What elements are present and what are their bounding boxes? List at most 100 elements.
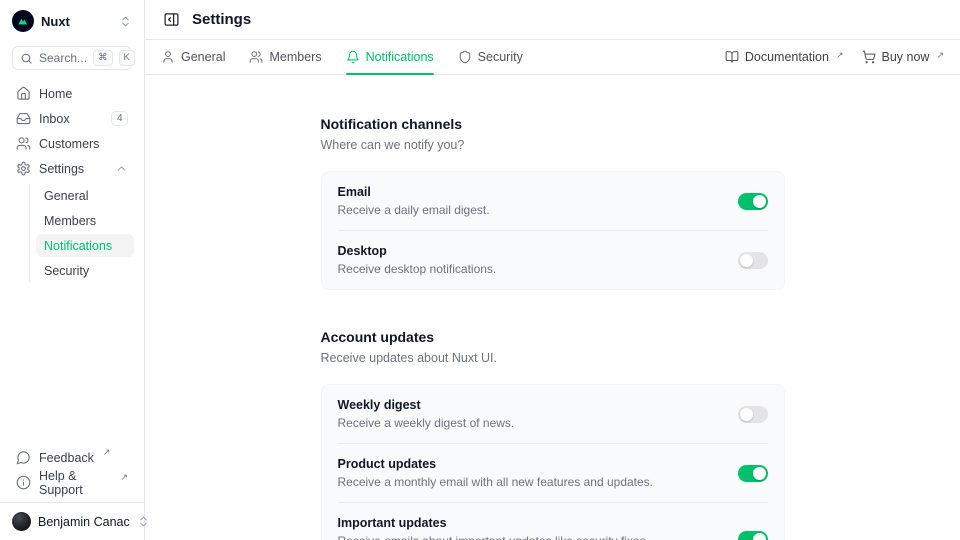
sidebar-item-label: Settings bbox=[39, 162, 84, 176]
user-icon bbox=[161, 50, 175, 64]
footer-link-label: Feedback bbox=[39, 451, 94, 465]
setting-row-email: Email Receive a daily email digest. bbox=[322, 172, 784, 230]
product-updates-toggle[interactable] bbox=[738, 465, 768, 482]
setting-title: Product updates bbox=[338, 457, 722, 471]
kbd-k: K bbox=[119, 50, 135, 66]
tabbar-links: Documentation ↗ Buy now ↗ bbox=[725, 49, 944, 65]
kbd-cmd: ⌘ bbox=[93, 50, 113, 66]
setting-title: Weekly digest bbox=[338, 398, 722, 412]
section-description: Where can we notify you? bbox=[321, 138, 785, 152]
sidebar: Nuxt Search... ⌘ K Home Inbox 4 bbox=[0, 0, 145, 540]
desktop-toggle[interactable] bbox=[738, 252, 768, 269]
sidebar-item-members[interactable]: Members bbox=[36, 209, 134, 232]
tab-label: General bbox=[181, 50, 225, 64]
settings-tabbar: General Members Notifications Security bbox=[145, 40, 960, 75]
sub-item-label: Notifications bbox=[44, 239, 112, 253]
sidebar-footer: Feedback ↗ Help & Support ↗ bbox=[0, 440, 144, 502]
documentation-link[interactable]: Documentation ↗ bbox=[725, 49, 844, 65]
chevrons-up-down-icon bbox=[119, 15, 132, 28]
external-link-icon: ↗ bbox=[936, 50, 944, 60]
section-title: Notification channels bbox=[321, 116, 785, 132]
setting-title: Desktop bbox=[338, 244, 722, 258]
avatar bbox=[12, 512, 31, 531]
settings-card: Email Receive a daily email digest. Desk… bbox=[321, 171, 785, 290]
user-name: Benjamin Canac bbox=[38, 515, 130, 529]
link-label: Documentation bbox=[745, 49, 829, 65]
workspace-selector[interactable]: Nuxt bbox=[0, 0, 144, 38]
sidebar-item-customers[interactable]: Customers bbox=[10, 132, 134, 155]
sidebar-item-home[interactable]: Home bbox=[10, 82, 134, 105]
setting-description: Receive a daily email digest. bbox=[338, 203, 722, 217]
users-icon bbox=[16, 136, 31, 151]
sub-item-label: Members bbox=[44, 214, 96, 228]
inbox-icon bbox=[16, 111, 31, 126]
email-toggle[interactable] bbox=[738, 193, 768, 210]
external-link-icon: ↗ bbox=[120, 472, 128, 482]
inbox-count-badge: 4 bbox=[111, 111, 128, 126]
sidebar-item-security[interactable]: Security bbox=[36, 259, 134, 282]
main-panel: Settings General Members Notifications S… bbox=[145, 0, 960, 540]
settings-card: Weekly digest Receive a weekly digest of… bbox=[321, 384, 785, 540]
tab-security[interactable]: Security bbox=[458, 40, 523, 74]
feedback-link[interactable]: Feedback ↗ bbox=[10, 446, 134, 469]
footer-link-label: Help & Support bbox=[39, 469, 111, 497]
external-link-icon: ↗ bbox=[103, 447, 111, 457]
user-menu[interactable]: Benjamin Canac bbox=[0, 502, 144, 540]
page-title: Settings bbox=[192, 11, 251, 28]
tab-label: Notifications bbox=[366, 50, 434, 64]
tab-label: Security bbox=[478, 50, 523, 64]
tab-members[interactable]: Members bbox=[249, 40, 321, 74]
section-notification-channels: Notification channels Where can we notif… bbox=[321, 116, 785, 290]
bell-icon bbox=[346, 50, 360, 64]
shield-icon bbox=[458, 50, 472, 64]
sub-item-label: Security bbox=[44, 264, 89, 278]
link-label: Buy now bbox=[882, 49, 930, 65]
setting-description: Receive a monthly email with all new fea… bbox=[338, 475, 722, 489]
setting-row-important-updates: Important updates Receive emails about i… bbox=[322, 503, 784, 540]
buy-now-link[interactable]: Buy now ↗ bbox=[862, 49, 945, 65]
shopping-cart-icon bbox=[862, 50, 876, 64]
setting-row-weekly-digest: Weekly digest Receive a weekly digest of… bbox=[322, 385, 784, 443]
search-icon bbox=[20, 52, 33, 65]
section-description: Receive updates about Nuxt UI. bbox=[321, 351, 785, 365]
sidebar-item-label: Home bbox=[39, 87, 72, 101]
nuxt-logo bbox=[12, 10, 34, 32]
book-open-icon bbox=[725, 50, 739, 64]
sidebar-item-settings[interactable]: Settings bbox=[10, 157, 134, 180]
sidebar-item-label: Inbox bbox=[39, 112, 70, 126]
search-placeholder: Search... bbox=[39, 51, 87, 65]
info-circle-icon bbox=[16, 475, 31, 490]
users-icon bbox=[249, 50, 263, 64]
sidebar-item-general[interactable]: General bbox=[36, 184, 134, 207]
sidebar-nav: Home Inbox 4 Customers Settings Genera bbox=[0, 74, 144, 282]
sidebar-item-label: Customers bbox=[39, 137, 99, 151]
important-updates-toggle[interactable] bbox=[738, 531, 768, 540]
setting-title: Email bbox=[338, 185, 722, 199]
gear-icon bbox=[16, 161, 31, 176]
chevron-up-icon bbox=[115, 162, 128, 175]
page-header: Settings bbox=[145, 0, 960, 40]
tab-label: Members bbox=[269, 50, 321, 64]
collapse-sidebar-button[interactable] bbox=[161, 9, 182, 30]
help-support-link[interactable]: Help & Support ↗ bbox=[10, 471, 134, 494]
settings-subnav: General Members Notifications Security bbox=[29, 184, 134, 282]
tab-notifications[interactable]: Notifications bbox=[346, 40, 434, 74]
settings-content: Notification channels Where can we notif… bbox=[145, 75, 960, 540]
weekly-digest-toggle[interactable] bbox=[738, 406, 768, 423]
sidebar-item-notifications[interactable]: Notifications bbox=[36, 234, 134, 257]
search-input[interactable]: Search... ⌘ K bbox=[12, 46, 132, 70]
home-icon bbox=[16, 86, 31, 101]
external-link-icon: ↗ bbox=[836, 50, 844, 60]
sidebar-item-inbox[interactable]: Inbox 4 bbox=[10, 107, 134, 130]
section-title: Account updates bbox=[321, 329, 785, 345]
setting-title: Important updates bbox=[338, 516, 722, 530]
section-account-updates: Account updates Receive updates about Nu… bbox=[321, 329, 785, 540]
workspace-name: Nuxt bbox=[41, 14, 70, 29]
message-circle-icon bbox=[16, 450, 31, 465]
setting-row-product-updates: Product updates Receive a monthly email … bbox=[322, 444, 784, 502]
tab-general[interactable]: General bbox=[161, 40, 225, 74]
sub-item-label: General bbox=[44, 189, 88, 203]
setting-description: Receive a weekly digest of news. bbox=[338, 416, 722, 430]
setting-description: Receive desktop notifications. bbox=[338, 262, 722, 276]
setting-description: Receive emails about important updates l… bbox=[338, 534, 722, 540]
